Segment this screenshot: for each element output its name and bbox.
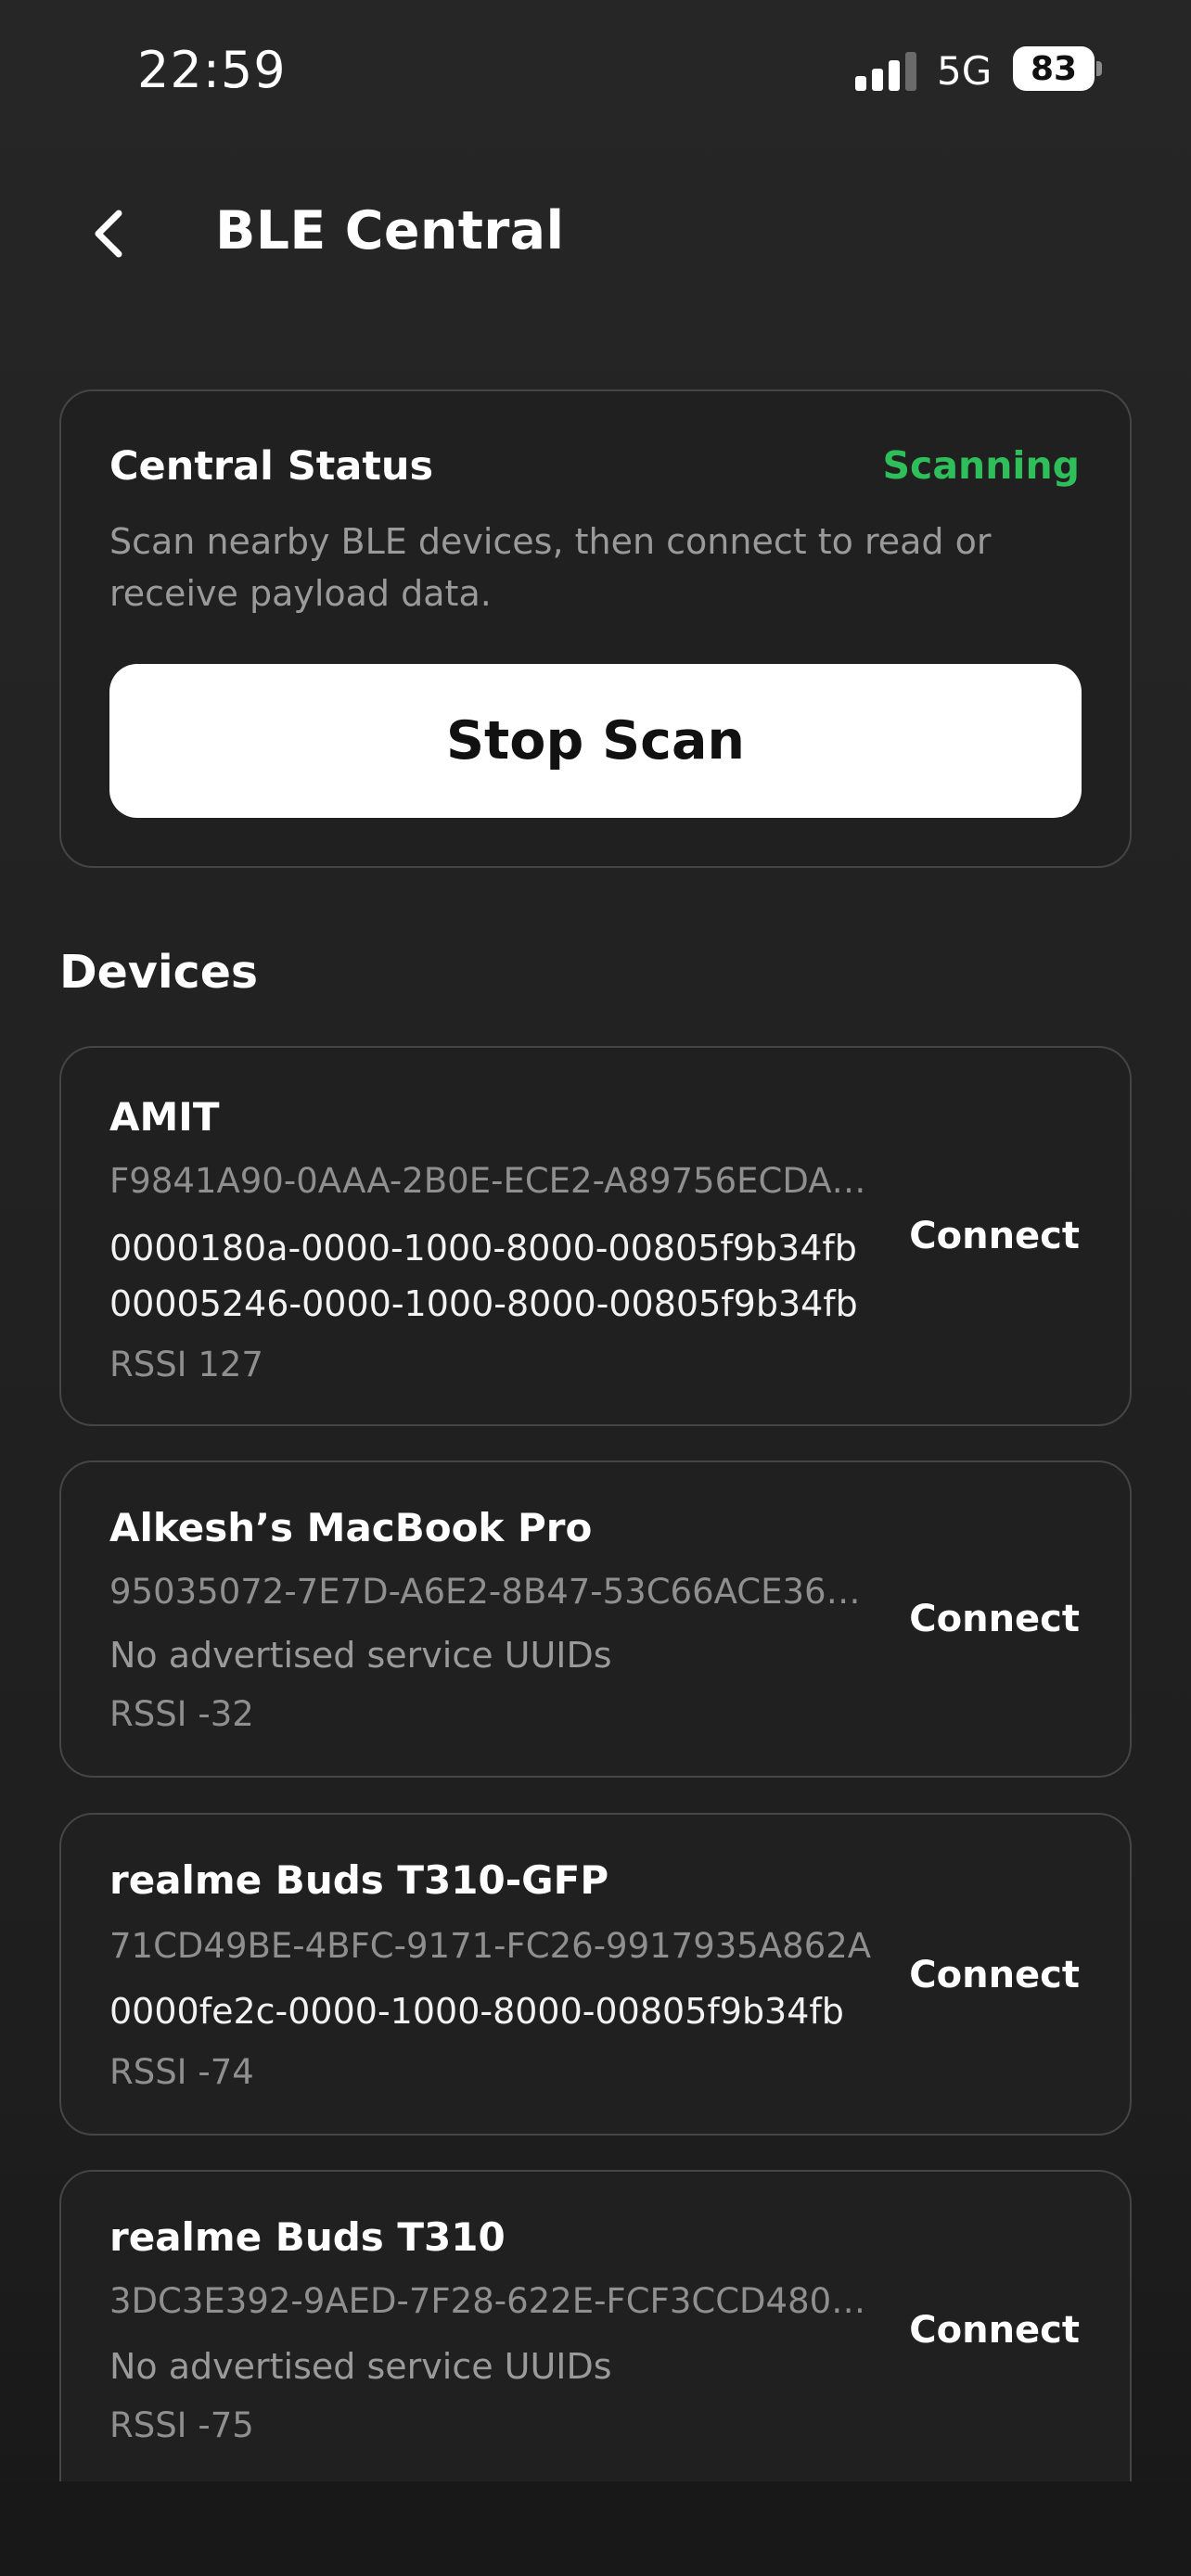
no-services-note: No advertised service UUIDs: [109, 1635, 612, 1676]
device-name: Alkesh’s MacBook Pro: [109, 1505, 593, 1550]
connect-button[interactable]: Connect: [909, 1215, 1080, 1257]
device-card: realme Buds T310-GFP 71CD49BE-4BFC-9171-…: [59, 1813, 1132, 2136]
battery-icon: 83: [1013, 46, 1095, 91]
central-status-card: Central Status Scanning Scan nearby BLE …: [59, 389, 1132, 868]
battery-level: 83: [1030, 49, 1078, 88]
page-title: BLE Central: [215, 200, 565, 261]
scanning-status-badge: Scanning: [882, 443, 1080, 488]
device-card: realme Buds T310 3DC3E392-9AED-7F28-622E…: [59, 2170, 1132, 2515]
device-name: AMIT: [109, 1094, 220, 1140]
stop-scan-button[interactable]: Stop Scan: [109, 664, 1082, 818]
device-name: realme Buds T310-GFP: [109, 1857, 609, 1903]
device-card: AMIT F9841A90-0AAA-2B0E-ECE2-A89756ECDA……: [59, 1046, 1132, 1426]
service-uuid: 00005246-0000-1000-8000-00805f9b34fb: [109, 1283, 858, 1324]
nav-header: BLE Central: [0, 185, 1191, 287]
no-services-note: No advertised service UUIDs: [109, 2346, 612, 2387]
connect-button[interactable]: Connect: [909, 1598, 1080, 1640]
service-uuid: 0000fe2c-0000-1000-8000-00805f9b34fb: [109, 1991, 844, 2032]
device-card: Alkesh’s MacBook Pro 95035072-7E7D-A6E2-…: [59, 1460, 1132, 1778]
device-name: realme Buds T310: [109, 2214, 506, 2260]
central-status-heading: Central Status: [109, 443, 434, 490]
connect-button[interactable]: Connect: [909, 1954, 1080, 1996]
device-rssi: RSSI -74: [109, 2052, 254, 2092]
status-bar: 22:59 5G 83: [0, 0, 1191, 148]
device-rssi: RSSI -75: [109, 2405, 254, 2445]
status-time: 22:59: [137, 41, 287, 99]
signal-icon: [855, 52, 918, 91]
ble-central-screen: 22:59 5G 83 BLE Central Central Status S…: [0, 0, 1191, 2576]
bottom-safe-area: [0, 2481, 1191, 2576]
device-rssi: RSSI -32: [109, 1694, 254, 1734]
central-status-description: Scan nearby BLE devices, then connect to…: [109, 521, 992, 614]
device-identifier: 95035072-7E7D-A6E2-8B47-53C66ACE36…: [109, 1572, 861, 1612]
device-identifier: F9841A90-0AAA-2B0E-ECE2-A89756ECDA…: [109, 1161, 866, 1201]
connect-button[interactable]: Connect: [909, 2309, 1080, 2352]
devices-heading: Devices: [59, 946, 259, 999]
device-identifier: 71CD49BE-4BFC-9171-FC26-9917935A862A: [109, 1926, 872, 1966]
device-identifier: 3DC3E392-9AED-7F28-622E-FCF3CCD480…: [109, 2281, 866, 2321]
battery-nub: [1096, 61, 1102, 76]
service-uuid: 0000180a-0000-1000-8000-00805f9b34fb: [109, 1228, 857, 1269]
back-button[interactable]: [80, 204, 139, 263]
device-rssi: RSSI 127: [109, 1345, 263, 1384]
network-type: 5G: [937, 48, 992, 94]
chevron-left-icon: [95, 210, 122, 258]
